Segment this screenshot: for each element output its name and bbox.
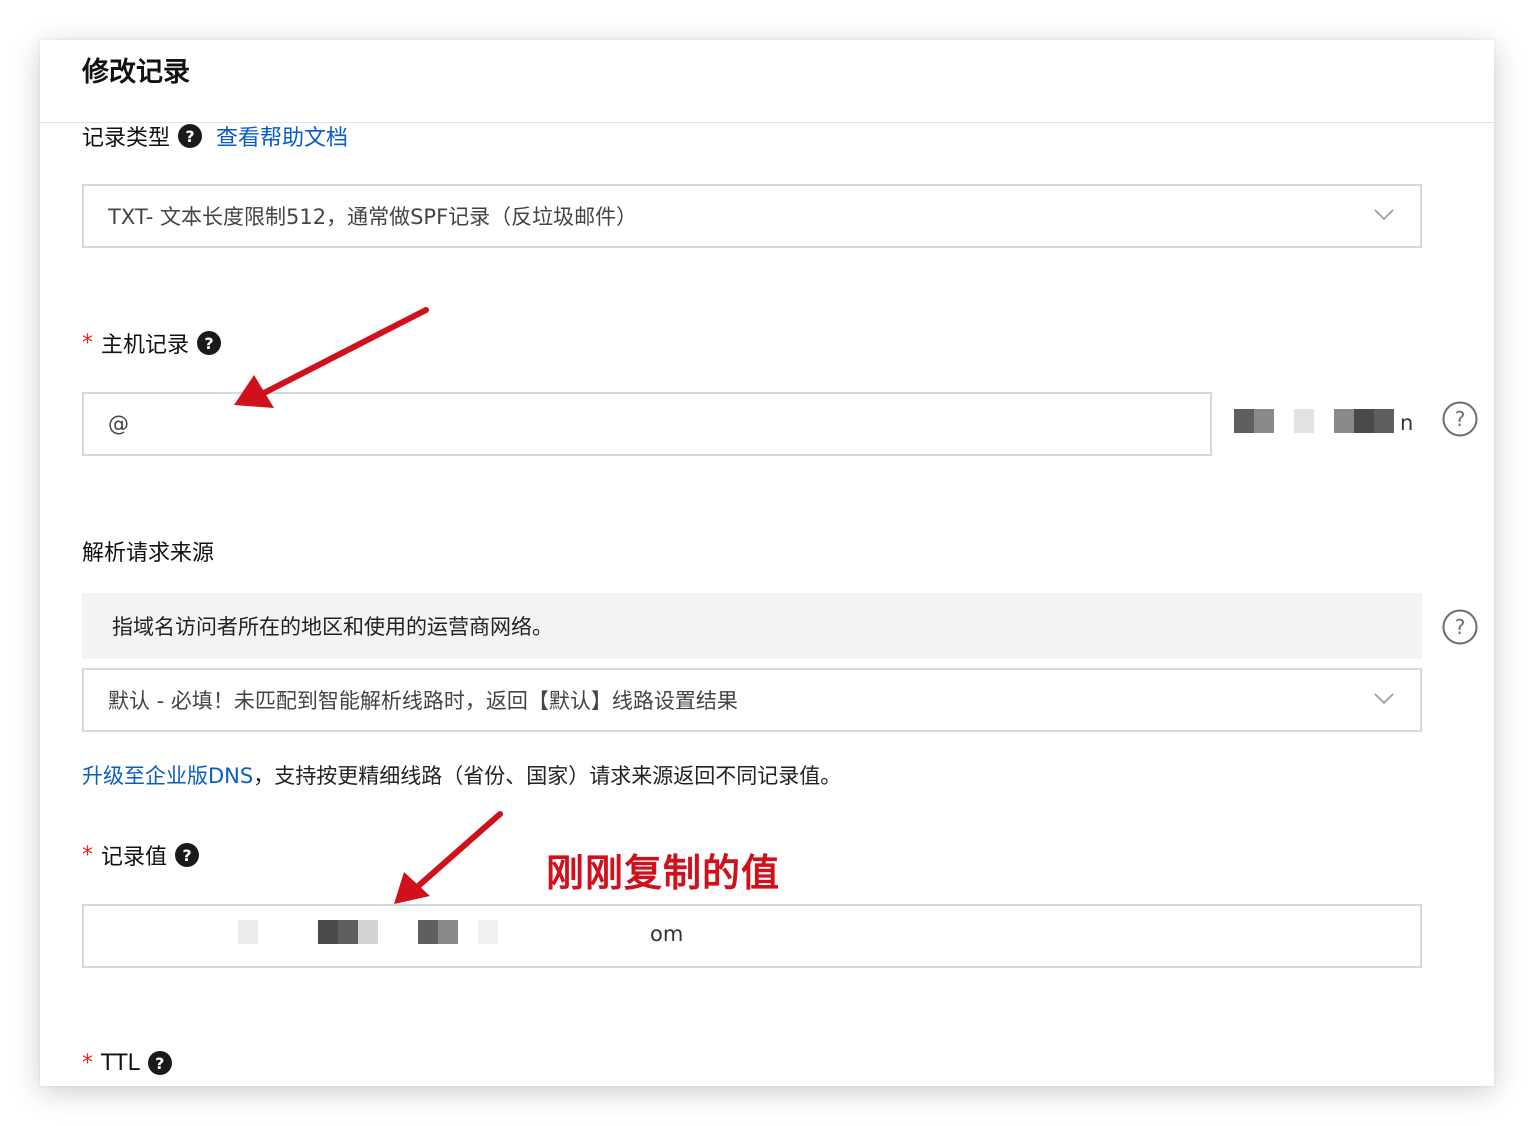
ttl-help-icon[interactable]: ? xyxy=(147,1051,172,1075)
help-doc-link[interactable]: 查看帮助文档 xyxy=(216,120,348,152)
required-mark: * xyxy=(82,330,93,356)
record-value-label-row: * 记录值 ? xyxy=(82,839,200,871)
host-record-question-circle-icon[interactable]: ? xyxy=(1441,400,1479,438)
host-record-label-row: * 主机记录 ? xyxy=(82,327,222,359)
ttl-label-row: * TTL ? xyxy=(82,1047,172,1079)
host-record-label: 主机记录 xyxy=(101,333,190,358)
record-value-redacted: om xyxy=(84,906,1420,966)
dialog-title: 修改记录 xyxy=(82,57,190,88)
record-value-help-icon[interactable]: ? xyxy=(175,843,200,867)
record-type-label-row: 记录类型 ? 查看帮助文档 xyxy=(82,120,348,152)
required-mark: * xyxy=(82,1050,93,1076)
host-record-value: @ xyxy=(108,412,129,436)
chevron-down-icon xyxy=(1374,209,1394,221)
svg-text:?: ? xyxy=(1455,407,1466,431)
domain-suffix-tail: n xyxy=(1400,411,1414,435)
resolve-source-select[interactable]: 默认 - 必填！未匹配到智能解析线路时，返回【默认】线路设置结果 xyxy=(82,668,1422,732)
chevron-down-icon xyxy=(1374,693,1394,705)
resolve-source-label: 解析请求来源 xyxy=(82,541,215,566)
domain-suffix-redacted: n xyxy=(1234,409,1414,439)
record-value-input[interactable]: om xyxy=(82,904,1422,968)
record-value-label: 记录值 xyxy=(101,845,168,870)
upgrade-notice-text: ，支持按更精细线路（省份、国家）请求来源返回不同记录值。 xyxy=(253,764,842,788)
edit-record-dialog: 修改记录 记录类型 ? 查看帮助文档 TXT- 文本长度限制512，通常做SPF… xyxy=(40,40,1494,1086)
record-type-label: 记录类型 xyxy=(82,126,171,151)
record-type-help-icon[interactable]: ? xyxy=(178,124,203,148)
upgrade-notice: 升级至企业版DNS，支持按更精细线路（省份、国家）请求来源返回不同记录值。 xyxy=(82,760,841,790)
record-type-selected-value: TXT- 文本长度限制512，通常做SPF记录（反垃圾邮件） xyxy=(108,205,638,229)
record-value-tail: om xyxy=(650,922,684,946)
annotation-copied-value: 刚刚复制的值 xyxy=(546,851,781,895)
ttl-label: TTL xyxy=(101,1050,140,1076)
resolve-source-question-circle-icon[interactable]: ? xyxy=(1441,608,1479,646)
resolve-source-label-row: 解析请求来源 xyxy=(82,535,214,567)
svg-text:?: ? xyxy=(1455,615,1466,639)
resolve-source-hint: 指域名访问者所在的地区和使用的运营商网络。 xyxy=(82,593,1422,659)
record-type-select[interactable]: TXT- 文本长度限制512，通常做SPF记录（反垃圾邮件） xyxy=(82,184,1422,248)
resolve-source-selected-value: 默认 - 必填！未匹配到智能解析线路时，返回【默认】线路设置结果 xyxy=(108,689,738,713)
resolve-source-hint-text: 指域名访问者所在的地区和使用的运营商网络。 xyxy=(112,615,553,639)
host-record-help-icon[interactable]: ? xyxy=(197,331,222,355)
arrow-annotation-host xyxy=(234,307,429,408)
required-mark: * xyxy=(82,842,93,868)
upgrade-enterprise-dns-link[interactable]: 升级至企业版DNS xyxy=(82,764,253,788)
arrow-annotation-value xyxy=(394,811,503,904)
